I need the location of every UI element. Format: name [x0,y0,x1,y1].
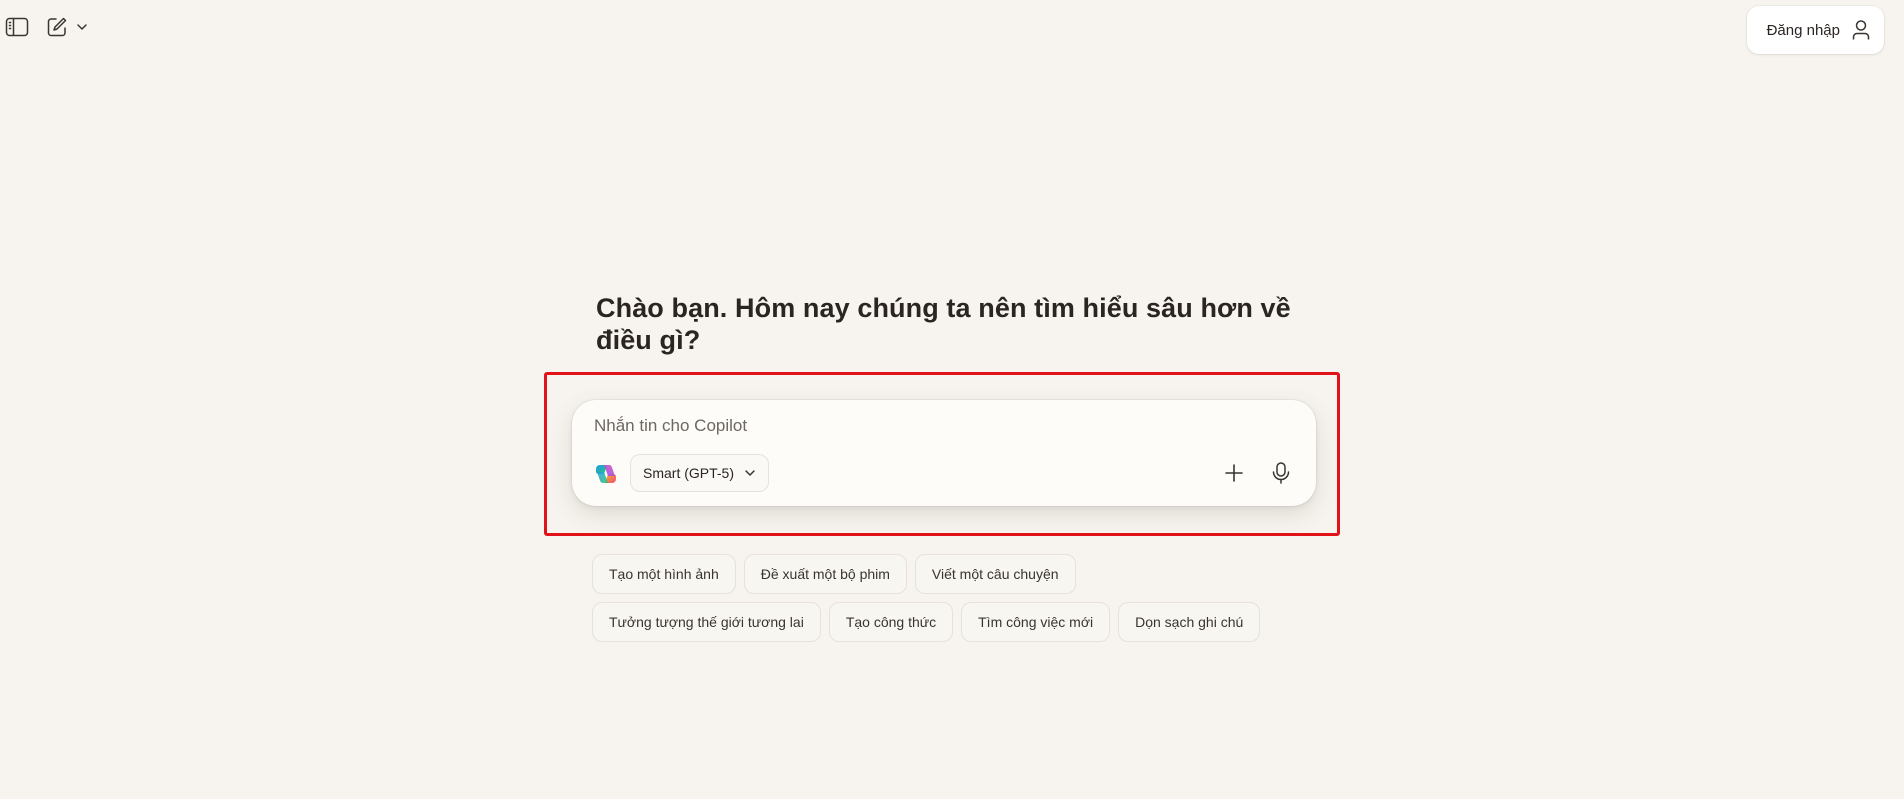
suggestion-chip-recommend-movie[interactable]: Đề xuất một bộ phim [743,554,907,594]
signin-label: Đăng nhập [1766,21,1840,39]
message-input[interactable] [594,414,1274,438]
suggestion-row-2: Tưởng tượng thế giới tương lai Tạo công … [592,602,1312,642]
model-selector[interactable]: Smart (GPT-5) [630,454,770,492]
suggestion-chip-create-image[interactable]: Tạo một hình ảnh [592,554,736,594]
chevron-down-icon [745,470,755,476]
suggestion-chip-imagine-future[interactable]: Tưởng tượng thế giới tương lai [592,602,821,642]
suggestion-chip-clean-notes[interactable]: Dọn sạch ghi chú [1118,602,1261,642]
voice-input-button[interactable] [1268,460,1294,486]
suggestion-chip-write-story[interactable]: Viết một câu chuyện [914,554,1076,594]
sidebar-toggle-icon [5,17,29,37]
new-chat-menu-button[interactable] [72,14,92,40]
copilot-logo-icon [594,462,618,486]
suggestion-chip-create-recipe[interactable]: Tạo công thức [828,602,954,642]
signin-button[interactable]: Đăng nhập [1746,6,1884,54]
suggestion-row-1: Tạo một hình ảnh Đề xuất một bộ phim Viế… [592,554,1312,594]
suggestion-chips: Tạo một hình ảnh Đề xuất một bộ phim Viế… [592,554,1312,650]
model-selector-label: Smart (GPT-5) [643,465,735,481]
plus-icon [1225,464,1243,482]
suggestion-chip-find-job[interactable]: Tìm công việc mới [961,602,1111,642]
top-left-toolbar [4,14,92,40]
message-composer: Smart (GPT-5) [572,400,1316,506]
sidebar-toggle-button[interactable] [4,14,30,40]
new-chat-button[interactable] [44,14,70,40]
microphone-icon [1272,462,1290,484]
add-attachment-button[interactable] [1222,461,1246,485]
chevron-down-icon [77,24,87,30]
greeting-heading: Chào bạn. Hôm nay chúng ta nên tìm hiểu … [596,293,1291,355]
compose-icon [47,17,67,37]
user-icon [1852,20,1870,40]
